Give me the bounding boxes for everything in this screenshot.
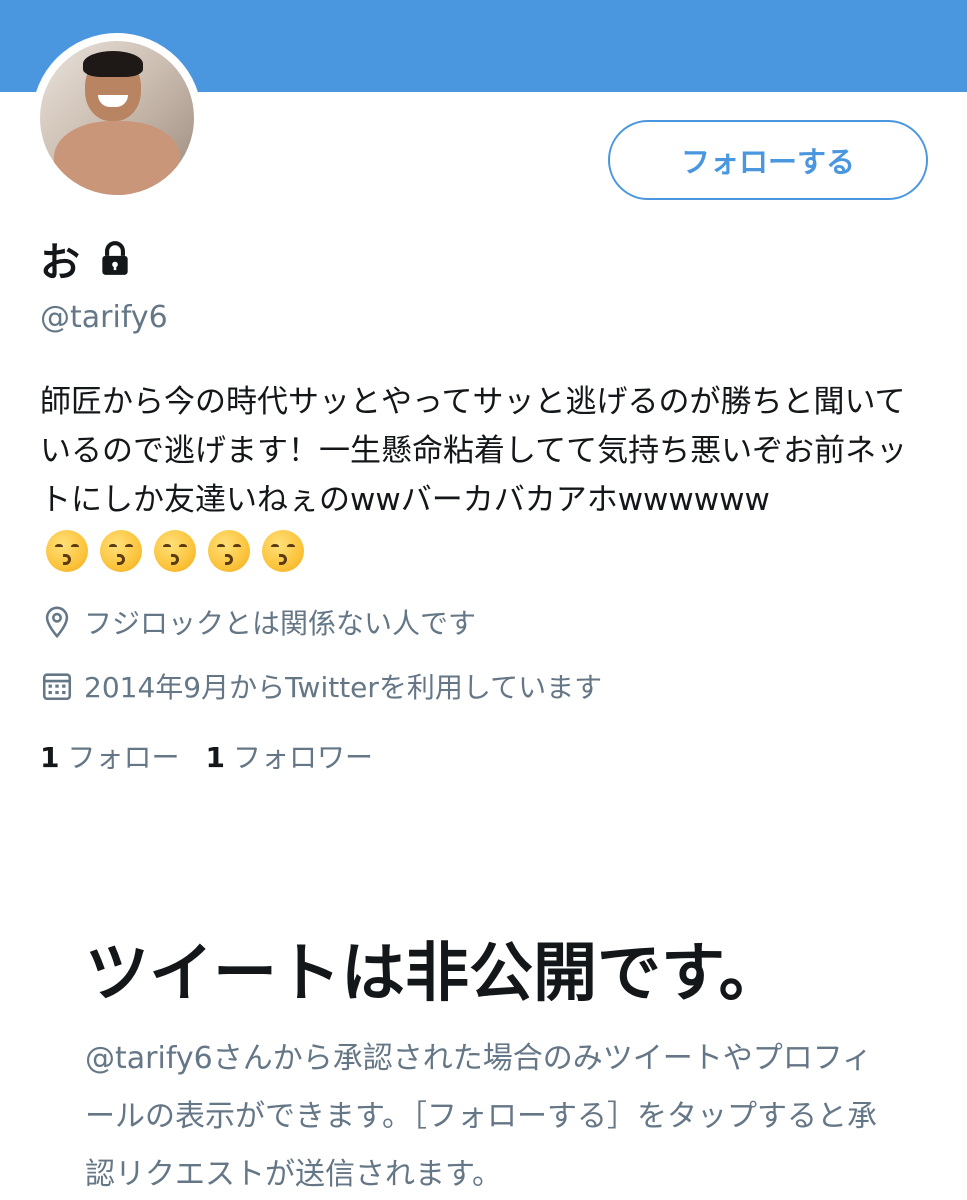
location-text: フジロックとは関係ない人です <box>84 607 477 640</box>
profile-handle: @tarify6 <box>40 300 168 335</box>
kissing-face-emoji <box>46 529 88 572</box>
bio-emoji-row <box>46 529 304 572</box>
following-stat[interactable]: 1 フォロー <box>40 736 180 776</box>
calendar-icon <box>40 669 74 703</box>
following-label: フォロー <box>67 741 180 774</box>
followers-stat[interactable]: 1 フォロワー <box>206 736 374 776</box>
profile-location: フジロックとは関係ない人です <box>40 602 476 642</box>
bio-text: 師匠から今の時代サッとやってサッと逃げるのが勝ちと聞いているので逃げます！一生懸… <box>40 384 908 518</box>
join-date-text: 2014年9月からTwitterを利用しています <box>84 671 603 704</box>
followers-count: 1 <box>205 741 225 774</box>
follow-button[interactable]: フォローする <box>608 120 928 200</box>
follow-stats: 1 フォロー 1 フォロワー <box>40 736 399 776</box>
kissing-face-emoji <box>100 529 142 572</box>
avatar-photo <box>40 41 194 195</box>
following-count: 1 <box>40 741 60 774</box>
location-pin-icon <box>40 605 74 639</box>
avatar[interactable] <box>32 33 202 203</box>
kissing-face-emoji <box>154 529 196 572</box>
protected-tweets-description: @tarify6さんから承認された場合のみツイートやプロフィールの表示ができます… <box>85 1041 877 1192</box>
kissing-face-emoji <box>262 529 304 572</box>
profile-join-date: 2014年9月からTwitterを利用しています <box>40 666 602 706</box>
kissing-face-emoji <box>208 529 250 572</box>
protected-tweets-title: ツイートは非公開です。 <box>85 937 783 1011</box>
display-name: お <box>40 240 80 286</box>
lock-icon <box>96 240 134 278</box>
profile-name-row: お <box>40 230 134 288</box>
profile-bio: 師匠から今の時代サッとやってサッと逃げるのが勝ちと聞いているので逃げます！一生懸… <box>40 378 930 574</box>
followers-label: フォロワー <box>232 741 373 774</box>
